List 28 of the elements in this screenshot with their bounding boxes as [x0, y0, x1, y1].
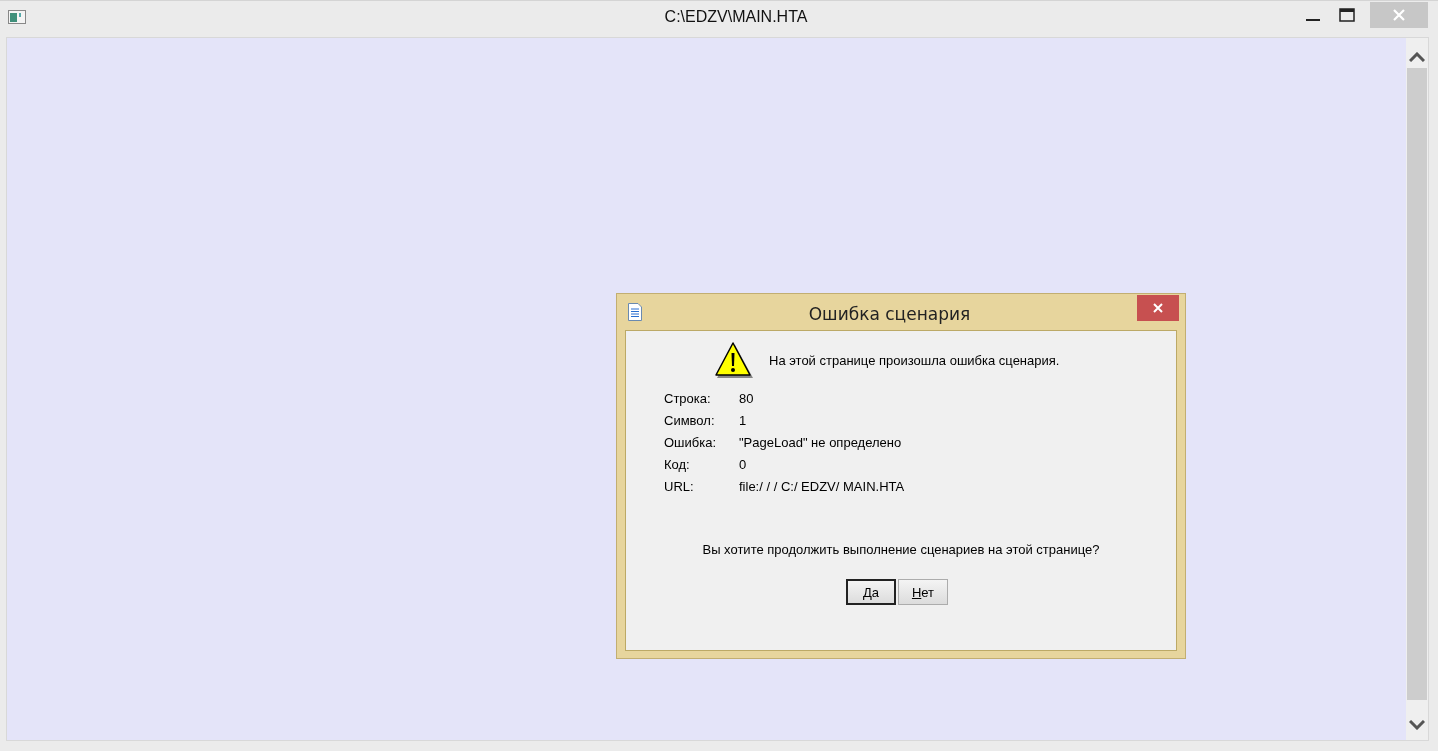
dialog-title: Ошибка сценария [807, 304, 972, 324]
detail-value: 1 [739, 413, 748, 428]
detail-value: 80 [739, 391, 755, 406]
app-icon [8, 10, 26, 24]
detail-value: file:/ / / C:/ EDZV/ MAIN.HTA [739, 479, 906, 494]
close-icon [1153, 303, 1163, 313]
question-text: Вы хотите продолжить выполнение сценариев на этой странице? [701, 542, 1101, 557]
detail-label: Код: [664, 457, 691, 472]
error-message: На этой странице произошла ошибка сценария. [769, 352, 1060, 368]
detail-label: Строка: [664, 391, 712, 406]
detail-label: URL: [664, 479, 695, 494]
maximize-icon [1339, 8, 1355, 22]
dialog-button[interactable]: Да [846, 579, 896, 605]
dialog-button[interactable]: Нет [898, 579, 948, 605]
detail-label: Ошибка: [664, 435, 718, 450]
detail-value: 0 [739, 457, 748, 472]
scrollbar[interactable] [1406, 38, 1428, 740]
detail-label: Символ: [664, 413, 716, 428]
minimize-icon [1306, 19, 1320, 21]
scroll-thumb[interactable] [1407, 68, 1427, 700]
warning-icon [714, 341, 754, 379]
window-title: C:\EDZV\MAIN.HTA [663, 8, 809, 26]
scroll-down-icon[interactable] [1409, 720, 1425, 730]
close-icon [1393, 9, 1405, 21]
close-button[interactable] [1137, 295, 1179, 321]
document-icon [628, 303, 642, 321]
detail-value: "PageLoad" не определено [739, 435, 903, 450]
scroll-up-icon[interactable] [1409, 52, 1425, 62]
